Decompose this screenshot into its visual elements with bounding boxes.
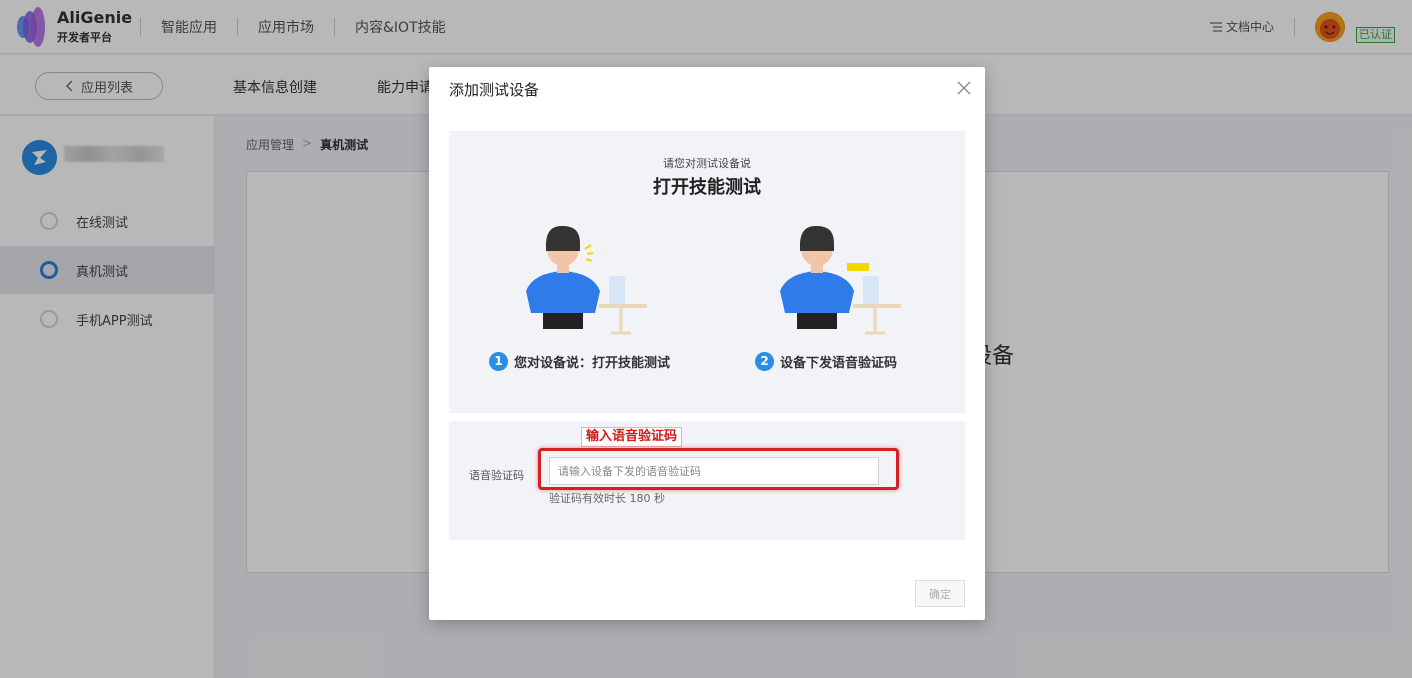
step-number-badge: 2 — [755, 352, 774, 371]
device-responding-illustration — [780, 225, 901, 335]
instruction-illustration: 请您对测试设备说 打开技能测试 1 您对设备说：打开技能测试 2 设备下发语音验… — [449, 131, 965, 413]
dialog-title: 添加测试设备 — [449, 81, 540, 99]
step-2: 2 设备下发语音验证码 — [755, 352, 897, 371]
validity-hint: 验证码有效时长 180 秒 — [549, 492, 665, 505]
add-test-device-dialog: 添加测试设备 请您对测试设备说 打开技能测试 1 您对设备说：打开技能测试 2 … — [429, 67, 985, 620]
verification-code-label: 语音验证码 — [469, 469, 524, 482]
step-1: 1 您对设备说：打开技能测试 — [489, 352, 670, 371]
verification-form: 输入语音验证码 语音验证码 验证码有效时长 180 秒 — [449, 421, 965, 540]
verification-code-input[interactable] — [549, 457, 879, 485]
step-label: 您对设备说：打开技能测试 — [514, 356, 671, 371]
instruction-command: 打开技能测试 — [653, 177, 761, 198]
annotation-label: 输入语音验证码 — [581, 427, 683, 447]
confirm-button[interactable]: 确定 — [915, 580, 965, 607]
step-number-badge: 1 — [489, 352, 508, 371]
close-icon[interactable] — [955, 79, 973, 97]
instruction-subtitle: 请您对测试设备说 — [663, 157, 751, 170]
step-label: 设备下发语音验证码 — [780, 356, 898, 371]
person-speaking-illustration — [526, 225, 647, 335]
